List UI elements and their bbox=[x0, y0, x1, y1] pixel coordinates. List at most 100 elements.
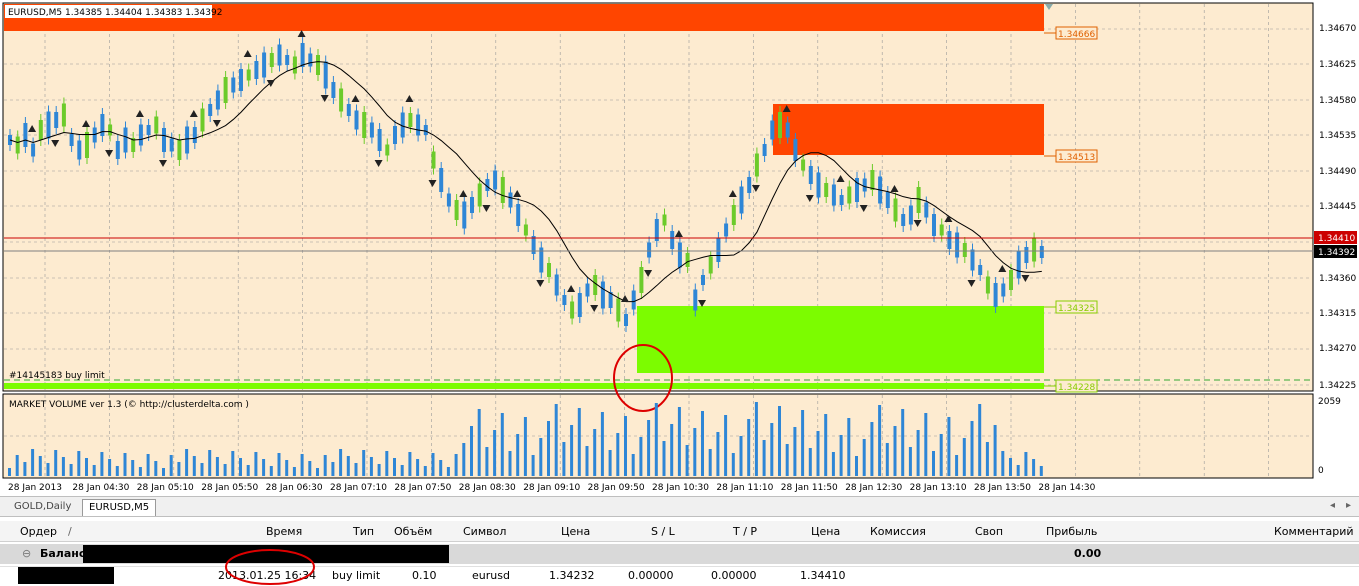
volume-bar bbox=[208, 450, 212, 476]
volume-bar bbox=[493, 430, 497, 476]
candle-body bbox=[262, 52, 267, 78]
candle-body bbox=[1001, 283, 1006, 297]
chart-canvas[interactable]: 1.34670 1.34625 1.34580 1.34535 1.34490 1.344… bbox=[0, 0, 1359, 496]
chart-tab-bar: GOLD,Daily EURUSD,M5 ◂ ▸ bbox=[0, 496, 1359, 517]
volume-bar bbox=[939, 434, 943, 476]
candle-body bbox=[839, 195, 844, 205]
volume-bar bbox=[508, 451, 512, 476]
candle-body bbox=[208, 104, 213, 116]
volume-bar bbox=[31, 449, 35, 476]
candle-body bbox=[547, 263, 551, 277]
volume-bar bbox=[431, 453, 435, 476]
candle-body bbox=[831, 184, 836, 206]
candle-body bbox=[924, 202, 929, 218]
volume-bar bbox=[523, 417, 527, 476]
indicator-title: MARKET VOLUME ver 1.3 (© http://clusterd… bbox=[9, 400, 249, 410]
volume-bar bbox=[908, 447, 912, 476]
time-highlight-circle bbox=[225, 549, 315, 585]
price-chart[interactable]: 1.34670 1.34625 1.34580 1.34535 1.34490 1.344… bbox=[0, 0, 1359, 496]
price-tick-label: 1.34625 bbox=[1319, 60, 1356, 70]
candle-body bbox=[446, 193, 451, 207]
price-tick-label: 1.34360 bbox=[1319, 274, 1356, 284]
volume-bar bbox=[439, 460, 443, 476]
volume-bar bbox=[262, 459, 266, 476]
volume-bar bbox=[970, 421, 974, 476]
candle-body bbox=[1009, 270, 1013, 290]
candle-body bbox=[300, 43, 305, 67]
time-tick-label: 28 Jan 09:50 bbox=[588, 483, 645, 493]
volume-bar bbox=[1001, 451, 1005, 476]
tab-eurusd-m5[interactable]: EURUSD,M5 bbox=[82, 499, 157, 516]
volume-bar bbox=[200, 463, 204, 476]
candle-body bbox=[177, 140, 182, 160]
time-tick-label: 28 Jan 06:30 bbox=[266, 483, 323, 493]
volume-bar bbox=[292, 467, 296, 476]
volume-bar bbox=[454, 454, 458, 476]
candle-body bbox=[46, 111, 51, 139]
candle-body bbox=[85, 132, 89, 158]
volume-bar bbox=[377, 464, 381, 476]
scroll-left-icon[interactable]: ◂ bbox=[1330, 500, 1335, 511]
volume-bar bbox=[77, 451, 81, 476]
price-tick-label: 1.34580 bbox=[1319, 96, 1356, 106]
volume-bar bbox=[146, 454, 150, 476]
candle-body bbox=[731, 205, 736, 225]
candle-body bbox=[1024, 247, 1029, 263]
volume-bar bbox=[739, 436, 743, 476]
candle-body bbox=[431, 151, 436, 169]
volume-bar bbox=[1009, 458, 1012, 476]
candle-body bbox=[239, 69, 243, 91]
candle-body bbox=[577, 293, 582, 317]
candle-body bbox=[215, 90, 220, 110]
candle-body bbox=[739, 186, 744, 214]
candle-body bbox=[978, 265, 983, 275]
volume-bar bbox=[962, 438, 966, 476]
volume-bar bbox=[531, 455, 535, 476]
price-axis: 1.34670 1.34625 1.34580 1.34535 1.34490 1.344… bbox=[1319, 24, 1356, 391]
candle-body bbox=[701, 275, 705, 285]
volume-bar bbox=[423, 466, 427, 476]
volume-bar bbox=[131, 460, 135, 476]
candle-body bbox=[554, 274, 559, 296]
time-tick-label: 28 Jan 12:30 bbox=[845, 483, 902, 493]
volume-bar bbox=[38, 456, 42, 476]
support-zone bbox=[637, 306, 1044, 373]
volume-bar bbox=[331, 462, 335, 476]
candle-body bbox=[631, 290, 636, 310]
volume-bar bbox=[770, 423, 774, 476]
candle-body bbox=[54, 112, 59, 128]
candle-body bbox=[808, 166, 813, 184]
candle-body bbox=[993, 283, 998, 307]
volume-bar bbox=[162, 468, 165, 476]
candle-body bbox=[1016, 251, 1021, 279]
volume-bar bbox=[639, 437, 643, 476]
volume-bar bbox=[870, 422, 874, 476]
candle-body bbox=[254, 61, 259, 79]
candle-body bbox=[816, 172, 821, 198]
volume-bar bbox=[185, 449, 189, 476]
candle-body bbox=[677, 242, 682, 268]
candle-body bbox=[23, 123, 28, 147]
volume-bar bbox=[138, 467, 142, 476]
candle-body bbox=[939, 224, 944, 236]
volume-bar bbox=[254, 452, 258, 476]
candle-body bbox=[562, 295, 567, 305]
scroll-right-icon[interactable]: ▸ bbox=[1346, 500, 1351, 511]
volume-bar bbox=[562, 442, 566, 476]
candle-body bbox=[932, 214, 936, 236]
candle-body bbox=[38, 120, 43, 140]
candle-body bbox=[885, 192, 890, 208]
candle-body bbox=[477, 183, 482, 207]
candle-body bbox=[824, 183, 829, 197]
volume-bar bbox=[808, 448, 812, 476]
tab-gold-daily[interactable]: GOLD,Daily bbox=[8, 499, 77, 515]
candle-body bbox=[277, 44, 282, 66]
candle-body bbox=[192, 127, 197, 143]
volume-bar bbox=[862, 439, 866, 476]
candle-body bbox=[385, 144, 390, 156]
terminal-annotation bbox=[225, 549, 315, 585]
candle-body bbox=[323, 61, 328, 89]
time-tick-label: 28 Jan 2013 bbox=[8, 483, 62, 493]
time-tick-label: 28 Jan 07:10 bbox=[330, 483, 387, 493]
volume-bar bbox=[693, 428, 697, 476]
